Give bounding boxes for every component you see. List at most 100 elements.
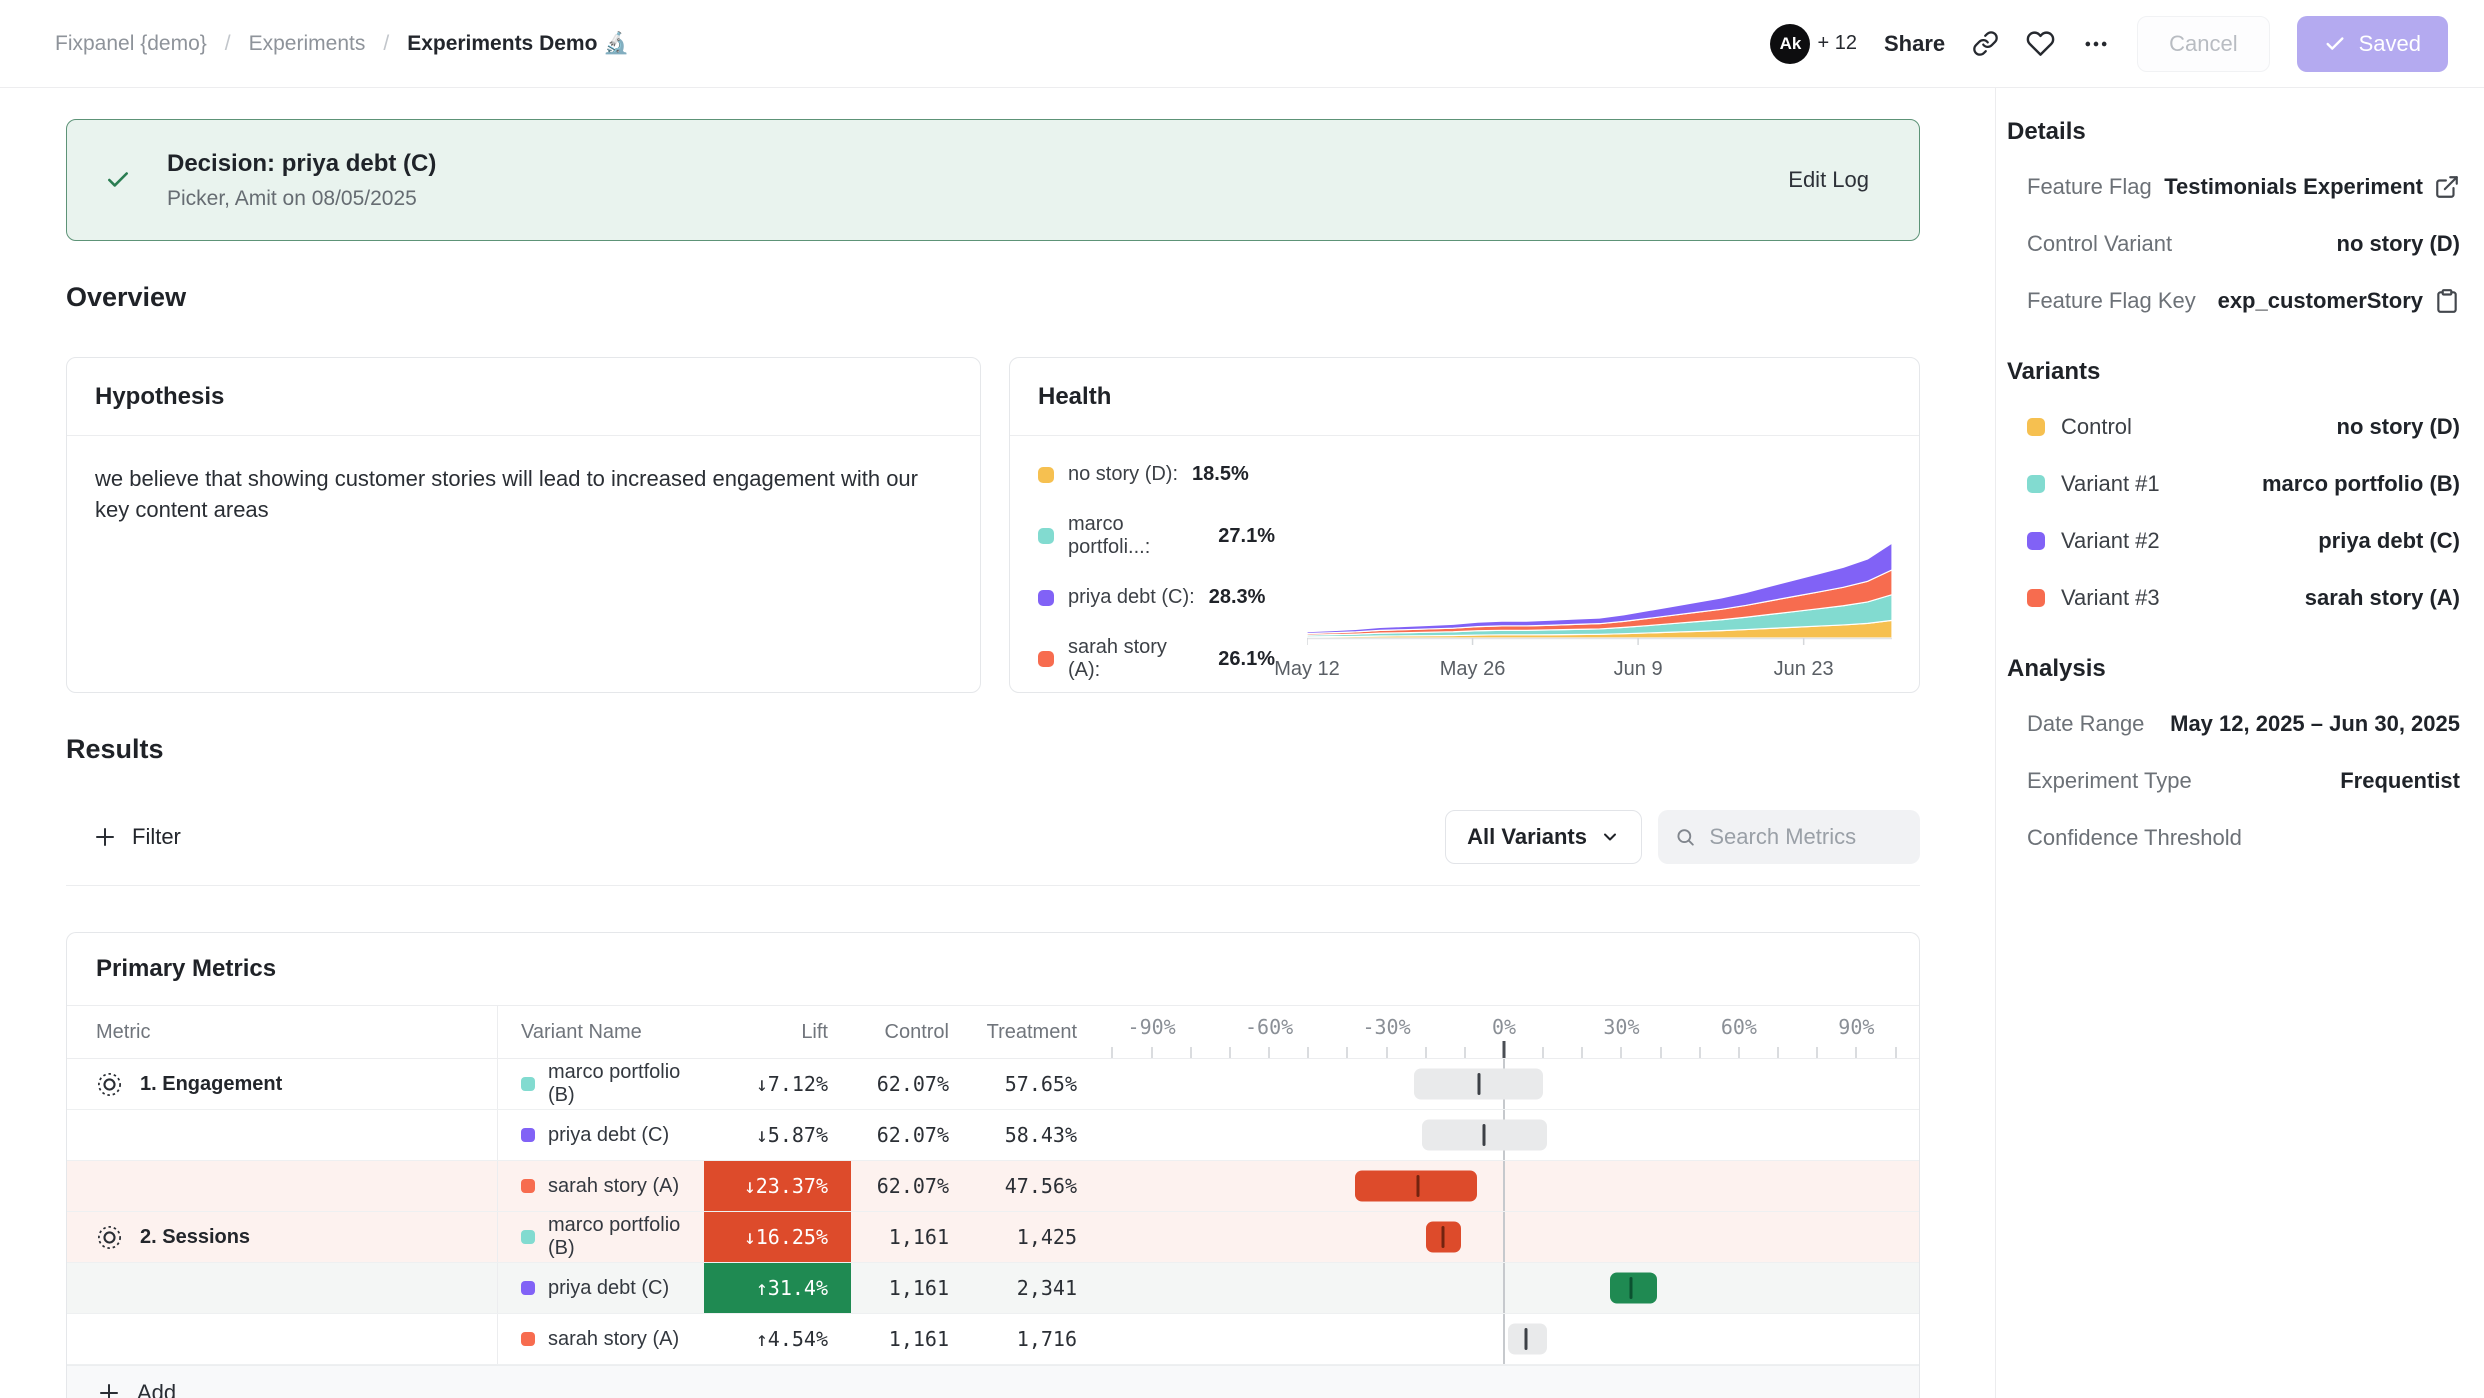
add-filter-button[interactable]: Filter: [93, 824, 181, 850]
lift-cell: ↑31.4%: [704, 1263, 851, 1313]
metric-cell: [67, 1263, 498, 1313]
axis-minor-tick: [1425, 1047, 1427, 1058]
variant-cell: priya debt (C): [498, 1263, 704, 1313]
variant-swatch: [2027, 589, 2045, 607]
breadcrumb-item[interactable]: Fixpanel {demo}: [55, 32, 207, 56]
external-link-icon[interactable]: [2434, 174, 2460, 200]
confidence-interval-cell: [1089, 1059, 1919, 1109]
cancel-button[interactable]: Cancel: [2137, 16, 2269, 72]
search-metrics-input[interactable]: [1709, 824, 1903, 850]
confidence-interval-bar: [1508, 1324, 1547, 1355]
health-title: Health: [1010, 358, 1919, 436]
filter-label: Filter: [132, 824, 181, 850]
hypothesis-body: we believe that showing customer stories…: [67, 436, 980, 525]
avatar[interactable]: Ak: [1770, 24, 1810, 64]
analysis-section: Analysis Date Range May 12, 2025 – Jun 3…: [2007, 655, 2460, 866]
variant-name: priya debt (C): [548, 1277, 669, 1300]
legend-swatch: [1038, 651, 1054, 667]
metric-cell: [67, 1314, 498, 1364]
variant-swatch: [521, 1332, 535, 1346]
variant-swatch: [521, 1077, 535, 1091]
detail-value: Testimonials Experiment: [2164, 174, 2423, 200]
metric-name: 1. Engagement: [140, 1073, 282, 1096]
add-label: Add: [137, 1380, 176, 1398]
axis-minor-tick: [1738, 1047, 1740, 1058]
topbar: Fixpanel {demo}/Experiments/Experiments …: [0, 0, 2484, 88]
axis-minor-tick: [1660, 1047, 1662, 1058]
all-variants-label: All Variants: [1467, 824, 1587, 850]
legend-label: priya debt (C):: [1068, 586, 1195, 609]
column-control: Control: [851, 1006, 961, 1058]
legend-label: no story (D):: [1068, 463, 1178, 486]
detail-row: Experiment Type Frequentist: [2007, 752, 2460, 809]
axis-zero-tick: [1503, 1041, 1506, 1058]
table-row[interactable]: priya debt (C) ↑31.4% 1,161 2,341: [67, 1263, 1919, 1314]
confidence-interval-cell: [1089, 1314, 1919, 1364]
point-estimate-mark: [1482, 1124, 1485, 1146]
edit-log-button[interactable]: Edit Log: [1788, 167, 1869, 193]
table-row[interactable]: 2. Sessions marco portfolio (B) ↓16.25% …: [67, 1212, 1919, 1263]
axis-minor-tick: [1581, 1047, 1583, 1058]
treatment-cell: 57.65%: [961, 1059, 1089, 1109]
axis-label: -30%: [1362, 1015, 1410, 1039]
legend-label: sarah story (A):: [1068, 636, 1204, 682]
table-row[interactable]: priya debt (C) ↓5.87% 62.07% 58.43%: [67, 1110, 1919, 1161]
favorite-heart-icon[interactable]: [2026, 29, 2055, 58]
detail-row: Date Range May 12, 2025 – Jun 30, 2025: [2007, 695, 2460, 752]
health-chart-x-axis: May 12May 26Jun 9Jun 23: [1307, 650, 1892, 678]
point-estimate-mark: [1416, 1175, 1419, 1197]
health-card: Health no story (D): 18.5% marco portfol…: [1009, 357, 1920, 693]
metric-cell: [67, 1110, 498, 1160]
treatment-cell: 58.43%: [961, 1110, 1089, 1160]
breadcrumb: Fixpanel {demo}/Experiments/Experiments …: [55, 32, 629, 56]
health-legend-item: marco portfoli...: 27.1%: [1038, 513, 1275, 559]
breadcrumb-item[interactable]: Experiments: [249, 32, 366, 56]
legend-value: 28.3%: [1209, 586, 1266, 609]
variant-row: Variant #2 priya debt (C): [2007, 512, 2460, 569]
detail-label: Feature Flag Key: [2027, 288, 2218, 314]
breadcrumb-separator: /: [383, 32, 389, 56]
share-button[interactable]: Share: [1884, 31, 1945, 57]
detail-value: no story (D): [2337, 231, 2460, 257]
details-heading: Details: [2007, 118, 2460, 146]
table-row[interactable]: 1. Engagement marco portfolio (B) ↓7.12%…: [67, 1059, 1919, 1110]
axis-minor-tick: [1777, 1047, 1779, 1058]
copy-link-icon[interactable]: [1972, 30, 1999, 57]
zero-line: [1503, 1263, 1505, 1313]
x-axis-tick-label: May 26: [1440, 658, 1506, 681]
table-row[interactable]: sarah story (A) ↑4.54% 1,161 1,716: [67, 1314, 1919, 1365]
breadcrumb-item[interactable]: Experiments Demo 🔬: [407, 32, 629, 56]
treatment-cell: 1,425: [961, 1212, 1089, 1262]
axis-label: 90%: [1838, 1015, 1874, 1039]
detail-label: Feature Flag: [2027, 174, 2164, 200]
metrics-table-header: Metric Variant Name Lift Control Treatme…: [67, 1005, 1919, 1059]
all-variants-dropdown[interactable]: All Variants: [1445, 810, 1642, 864]
saved-button[interactable]: Saved: [2297, 16, 2448, 72]
add-metric-button[interactable]: Add: [67, 1365, 1919, 1398]
detail-row: Control Variant no story (D): [2007, 215, 2460, 272]
analysis-rows: Date Range May 12, 2025 – Jun 30, 2025 E…: [2007, 695, 2460, 866]
variant-swatch: [521, 1281, 535, 1295]
results-divider: [66, 885, 1920, 886]
variant-label: Control: [2061, 414, 2337, 440]
lift-cell: ↓7.12%: [704, 1059, 851, 1109]
axis-minor-tick: [1307, 1047, 1309, 1058]
column-lift: Lift: [704, 1006, 851, 1058]
confidence-interval-bar: [1610, 1273, 1657, 1304]
plus-icon: [97, 1381, 121, 1398]
confidence-interval-cell: [1089, 1110, 1919, 1160]
copy-to-clipboard-icon[interactable]: [2434, 288, 2460, 314]
table-row[interactable]: sarah story (A) ↓23.37% 62.07% 47.56%: [67, 1161, 1919, 1212]
variant-cell: priya debt (C): [498, 1110, 704, 1160]
axis-minor-tick: [1620, 1047, 1622, 1058]
search-metrics-box: [1658, 810, 1920, 864]
collaborators-count[interactable]: + 12: [1817, 32, 1856, 55]
control-cell: 1,161: [851, 1263, 961, 1313]
confidence-interval-cell: [1089, 1161, 1919, 1211]
more-options-icon[interactable]: [2082, 30, 2110, 58]
column-metric: Metric: [67, 1006, 498, 1058]
detail-label: Date Range: [2027, 711, 2170, 737]
app-root: Fixpanel {demo}/Experiments/Experiments …: [0, 0, 2484, 1398]
details-section: Details Feature Flag Testimonials Experi…: [2007, 118, 2460, 329]
search-icon: [1675, 825, 1695, 849]
